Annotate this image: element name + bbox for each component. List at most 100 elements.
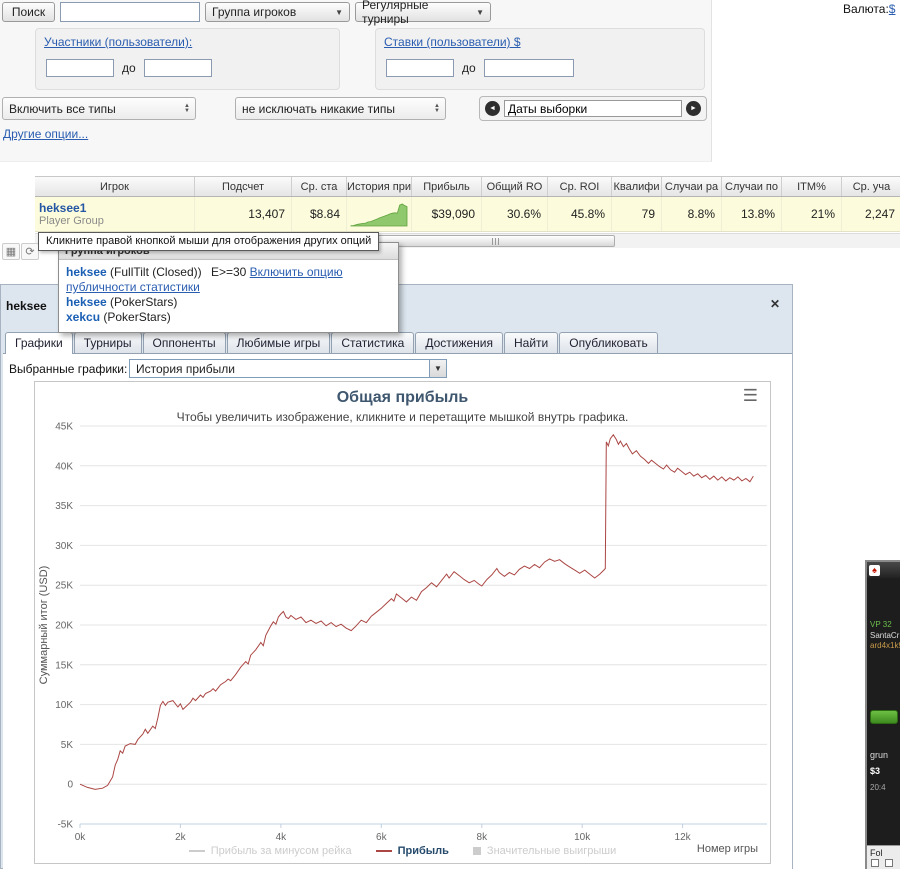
cases-1-cell: 8.8%: [662, 197, 722, 231]
players-table: Игрок Подсчет Ср. ста История при Прибыл…: [35, 176, 900, 232]
chart-type-select[interactable]: История прибыли ▼: [129, 359, 447, 378]
refresh-button[interactable]: ⟳: [21, 243, 39, 260]
layout-button[interactable]: ▦: [2, 243, 20, 260]
tournament-type-dropdown[interactable]: Регулярные турниры ▼: [355, 0, 491, 26]
tab-achievements[interactable]: Достижения: [415, 332, 504, 353]
player-cell: heksee1 Player Group: [35, 197, 195, 231]
profit-cell: $39,090: [412, 197, 482, 231]
tab-statistics[interactable]: Статистика: [331, 332, 415, 353]
chart-canvas: -5K05K10K15K20K25K30K35K40K45K0k 2k 4k 6k 8k…: [55, 422, 767, 843]
next-date-button[interactable]: ►: [686, 101, 701, 116]
svg-text:2k: 2k: [175, 832, 187, 843]
svg-text:20K: 20K: [55, 621, 73, 632]
grid-icon: ▦: [5, 246, 17, 258]
enable-public-stats-link[interactable]: Включить опцию: [250, 265, 343, 279]
poker-bottom-bar: Fol: [867, 845, 900, 869]
fold-checkbox[interactable]: [871, 859, 879, 867]
svg-text:12k: 12k: [675, 832, 692, 843]
tab-publish[interactable]: Опубликовать: [559, 332, 658, 353]
svg-text:6k: 6k: [376, 832, 388, 843]
poker-timer: 20:4: [870, 783, 886, 792]
tab-charts[interactable]: Графики: [5, 332, 73, 354]
profit-chart[interactable]: -5K 0 5K 10K 15K 20K 25K 30K 35K 40K 45K 0k 2k 4k 6k 8k…: [34, 381, 771, 864]
account-extra: E>=30: [210, 265, 247, 279]
stakes-range: до: [386, 59, 574, 77]
column-header-total-roi[interactable]: Общий RO: [482, 177, 548, 196]
tab-tournaments[interactable]: Турниры: [73, 332, 142, 353]
other-options-link[interactable]: Другие опции...: [3, 127, 88, 141]
avg-roi-cell: 45.8%: [548, 197, 612, 231]
participants-from-input[interactable]: [46, 59, 114, 77]
sparkline-canvas: [350, 203, 408, 227]
stakes-from-input[interactable]: [386, 59, 454, 77]
fold-any-checkbox[interactable]: [885, 859, 893, 867]
legend-item-profit[interactable]: Прибыль: [375, 845, 449, 857]
column-header-avg-roi[interactable]: Ср. ROI: [548, 177, 612, 196]
column-header-cases-2[interactable]: Случаи по: [722, 177, 782, 196]
poker-action-button[interactable]: [870, 710, 898, 724]
window-title: heksee: [6, 299, 47, 313]
svg-text:40K: 40K: [55, 461, 73, 472]
account-link-xekcu-pokerstars[interactable]: xekcu: [66, 310, 100, 324]
table-row[interactable]: heksee1 Player Group 13,407 $8.84 $39,09…: [35, 197, 900, 232]
tab-favorite-games[interactable]: Любимые игры: [226, 332, 331, 353]
scrollbar-thumb[interactable]: [375, 235, 615, 247]
chevron-down-icon: ▼: [335, 7, 343, 17]
date-range-input[interactable]: [504, 100, 682, 117]
player-name-link[interactable]: heksee1: [39, 201, 86, 215]
legend-item-significant-wins[interactable]: Значительные выигрыши: [472, 845, 616, 857]
currency-link[interactable]: $: [889, 2, 896, 16]
itm-cell: 21%: [782, 197, 842, 231]
column-header-profit[interactable]: Прибыль: [412, 177, 482, 196]
tournament-type-dropdown-label: Регулярные турниры: [362, 0, 429, 26]
column-header-itm[interactable]: ITM%: [782, 177, 842, 196]
column-header-cases-1[interactable]: Случаи ра: [662, 177, 722, 196]
range-to-label: до: [462, 61, 476, 75]
enable-public-stats-link[interactable]: публичности статистики: [66, 280, 200, 294]
account-site: (PokerStars): [110, 295, 178, 309]
column-header-qualify[interactable]: Квалифи: [612, 177, 662, 196]
account-link-heksee-fulltilt[interactable]: heksee: [66, 265, 107, 279]
app-screen: Поиск Группа игроков ▼ Регулярные турнир…: [0, 0, 900, 869]
column-header-avg-entrants[interactable]: Ср. уча: [842, 177, 900, 196]
legend-item-profit-minus-rake[interactable]: Прибыль за минусом рейка: [188, 845, 352, 857]
player-group-popup: Группа игроков heksee (FullTilt (Closed)…: [58, 242, 399, 333]
account-site: (PokerStars): [103, 310, 171, 324]
tab-bar: Графики Турниры Оппоненты Любимые игры С…: [5, 332, 658, 354]
chart-menu-icon[interactable]: ☰: [743, 387, 758, 404]
avg-stake-cell: $8.84: [292, 197, 347, 231]
date-range-picker: ◄ ►: [479, 96, 707, 121]
stakes-to-input[interactable]: [483, 59, 574, 77]
tooltip: Кликните правой кнопкой мыши для отображ…: [38, 232, 380, 251]
account-row: публичности статистики: [66, 280, 391, 295]
exclude-types-select[interactable]: не исключать никакие типы ▲ ▼: [235, 97, 446, 120]
account-row: heksee (FullTilt (Closed)) E>=30 Включит…: [66, 265, 391, 280]
select-arrows-icon: ▲ ▼: [434, 102, 440, 114]
fold-label: Fol: [870, 848, 883, 858]
tab-find[interactable]: Найти: [504, 332, 559, 353]
avg-entrants-cell: 2,247: [842, 197, 900, 231]
refresh-icon: ⟳: [25, 246, 35, 258]
poker-player-name-2: ard4x1k9: [870, 641, 900, 650]
search-input[interactable]: [60, 2, 200, 22]
column-header-profit-history[interactable]: История при: [347, 177, 412, 196]
column-header-avg-stake[interactable]: Ср. ста: [292, 177, 347, 196]
account-link-heksee-pokerstars[interactable]: heksee: [66, 295, 107, 309]
svg-text:10k: 10k: [574, 832, 591, 843]
column-header-player[interactable]: Игрок: [35, 177, 195, 196]
poker-titlebar[interactable]: ♠: [867, 562, 900, 578]
chart-legend: Прибыль за минусом рейка Прибыль Значите…: [35, 845, 770, 857]
stakes-link[interactable]: Ставки (пользователи) $: [384, 35, 521, 49]
include-types-select[interactable]: Включить все типы ▲ ▼: [2, 97, 196, 120]
include-types-value: Включить все типы: [9, 101, 116, 116]
participants-link[interactable]: Участники (пользователи):: [44, 35, 192, 49]
chevron-down-icon: ▼: [429, 360, 446, 377]
participants-to-input[interactable]: [143, 59, 212, 77]
close-icon[interactable]: ✕: [770, 297, 780, 311]
search-button[interactable]: Поиск: [2, 2, 55, 22]
column-header-count[interactable]: Подсчет: [195, 177, 292, 196]
prev-date-button[interactable]: ◄: [485, 101, 500, 116]
table-header-row: Игрок Подсчет Ср. ста История при Прибыл…: [35, 176, 900, 197]
player-group-dropdown[interactable]: Группа игроков ▼: [205, 2, 350, 22]
tab-opponents[interactable]: Оппоненты: [142, 332, 226, 353]
